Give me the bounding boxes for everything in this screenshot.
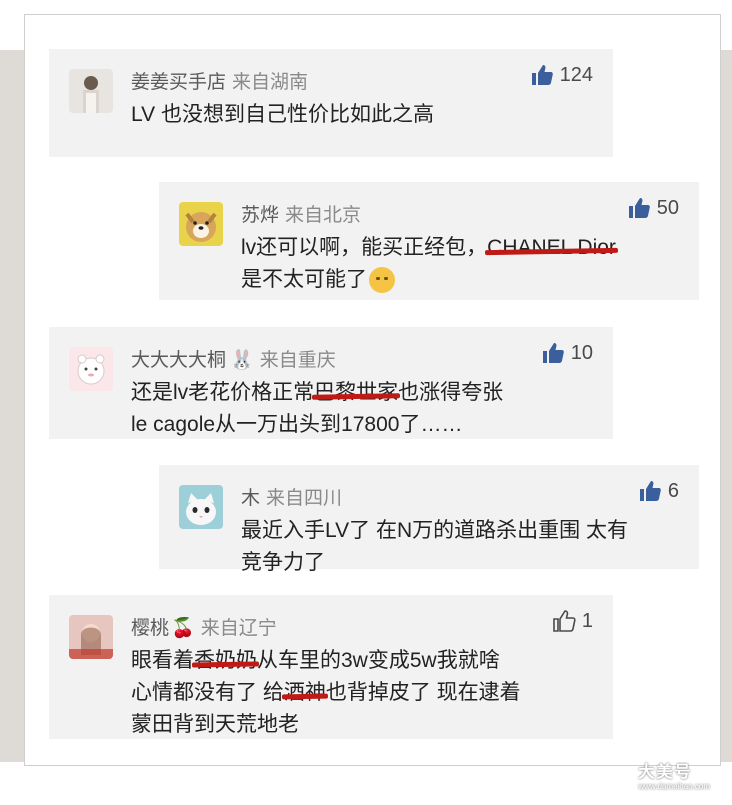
like-button[interactable]: 50 bbox=[627, 196, 679, 220]
thumbs-up-filled-icon bbox=[639, 481, 661, 501]
cherry-emoji-icon: 🍒 bbox=[171, 618, 195, 639]
like-button[interactable]: 124 bbox=[530, 63, 593, 87]
comment-text: 还是lv老花价格正常巴黎世家也涨得夸张 le cagole从一万出头到17800… bbox=[131, 377, 503, 441]
like-count: 1 bbox=[581, 609, 593, 632]
username[interactable]: 姜姜买手店 bbox=[131, 72, 226, 93]
comment-text: 最近入手LV了 在N万的道路杀出重围 太有 竞争力了 bbox=[241, 515, 628, 579]
like-button[interactable]: 6 bbox=[638, 479, 679, 503]
text-segment: 从车里的3w变成5w我就啥 bbox=[257, 649, 500, 672]
comment-line: 心情都没有了 给酒神也背掉皮了 现在逮着 bbox=[131, 677, 521, 709]
site-watermark: 大美号 www.dameihao.com bbox=[638, 758, 710, 791]
comment-line: le cagole从一万出头到17800了…… bbox=[131, 413, 463, 436]
comment-line: 最近入手LV了 在N万的道路杀出重围 太有 bbox=[241, 519, 628, 542]
reply-card: 苏烨 来自北京 50 lv还可以啊，能买正经包，CHANEL Dior 是不太可能… bbox=[159, 182, 699, 300]
comment-line: 竞争力了 bbox=[241, 551, 325, 574]
region-label: 来自重庆 bbox=[259, 350, 336, 371]
watermark-text: 大美号 bbox=[638, 764, 693, 781]
comment-line: 蒙田背到天荒地老 bbox=[131, 713, 299, 736]
text-segment: 眼看着 bbox=[131, 649, 194, 672]
comment-line: 是不太可能了 bbox=[241, 264, 616, 296]
comment-card: 大大大大桐 🐰 来自重庆 10 还是lv老花价格正常巴黎世家也涨得夸张 le cag… bbox=[49, 327, 613, 439]
region-label: 来自北京 bbox=[285, 205, 362, 226]
struck-out-text: 香奶奶 bbox=[194, 645, 257, 677]
girl-photo-avatar[interactable] bbox=[69, 615, 113, 659]
like-count: 6 bbox=[667, 479, 679, 502]
text-segment: 也背掉皮了 现在逮着 bbox=[325, 681, 521, 704]
username[interactable]: 木 bbox=[241, 488, 260, 509]
username[interactable]: 苏烨 bbox=[241, 205, 279, 226]
like-button[interactable]: 1 bbox=[552, 609, 593, 633]
comment-line: 眼看着香奶奶从车里的3w变成5w我就啥 bbox=[131, 645, 521, 677]
region-label: 来自湖南 bbox=[232, 72, 309, 93]
comment-header: 大大大大桐 🐰 来自重庆 bbox=[131, 345, 336, 372]
struck-out-text: 巴黎世家 bbox=[314, 377, 398, 409]
cat-photo-avatar[interactable] bbox=[179, 485, 223, 529]
comment-screenshot-frame: 姜姜买手店 来自湖南 124 LV 也没想到自己性价比如此之高 苏烨 来自北京 50… bbox=[24, 14, 721, 766]
text-segment: lv还可以啊，能买正经包， bbox=[241, 236, 488, 259]
region-label: 来自四川 bbox=[266, 488, 343, 509]
username[interactable]: 樱桃 bbox=[131, 618, 169, 639]
dog-photo-avatar[interactable] bbox=[179, 202, 223, 246]
struck-out-text: 酒神 bbox=[284, 677, 326, 709]
cartoon-bear-avatar[interactable] bbox=[69, 347, 113, 391]
username[interactable]: 大大大大桐 bbox=[131, 350, 226, 371]
like-button[interactable]: 10 bbox=[541, 341, 593, 365]
text-segment: 心情都没有了 给 bbox=[131, 681, 284, 704]
comment-text: LV 也没想到自己性价比如此之高 bbox=[131, 99, 434, 131]
thumbs-up-filled-icon bbox=[542, 343, 564, 363]
comment-line: LV 也没想到自己性价比如此之高 bbox=[131, 103, 434, 126]
like-count: 10 bbox=[570, 341, 593, 364]
comment-line: lv还可以啊，能买正经包，CHANEL Dior bbox=[241, 232, 616, 264]
comment-text: 眼看着香奶奶从车里的3w变成5w我就啥 心情都没有了 给酒神也背掉皮了 现在逮着… bbox=[131, 645, 521, 741]
comment-header: 樱桃 🍒 来自辽宁 bbox=[131, 613, 277, 640]
thumbs-up-filled-icon bbox=[628, 198, 650, 218]
comment-card: 樱桃 🍒 来自辽宁 1 眼看着香奶奶从车里的3w变成5w我就啥 心情都没有了 给酒神… bbox=[49, 595, 613, 739]
sweating-face-emoji-icon bbox=[369, 267, 395, 294]
region-label: 来自辽宁 bbox=[200, 618, 277, 639]
text-segment: 也涨得夸张 bbox=[398, 381, 504, 404]
text-segment: 是不太可能了 bbox=[241, 268, 367, 291]
comment-header: 木来自四川 bbox=[241, 483, 342, 510]
thumbs-up-filled-icon bbox=[531, 65, 553, 85]
like-count: 124 bbox=[559, 63, 593, 86]
watermark-url: www.dameihao.com bbox=[638, 782, 710, 791]
person-photo-avatar[interactable] bbox=[69, 69, 113, 113]
comment-line: 还是lv老花价格正常巴黎世家也涨得夸张 bbox=[131, 377, 503, 409]
comment-card: 姜姜买手店 来自湖南 124 LV 也没想到自己性价比如此之高 bbox=[49, 49, 613, 157]
rabbit-emoji-icon: 🐰 bbox=[230, 350, 254, 371]
struck-out-text: CHANEL Dior bbox=[487, 232, 616, 264]
like-count: 50 bbox=[656, 196, 679, 219]
comment-header: 苏烨 来自北京 bbox=[241, 200, 361, 227]
comment-header: 姜姜买手店 来自湖南 bbox=[131, 67, 308, 94]
reply-card: 木来自四川 6 最近入手LV了 在N万的道路杀出重围 太有 竞争力了 bbox=[159, 465, 699, 574]
comment-text: lv还可以啊，能买正经包，CHANEL Dior 是不太可能了 bbox=[241, 232, 616, 296]
thumbs-up-outline-icon bbox=[553, 610, 576, 632]
text-segment: 还是lv老花价格正常 bbox=[131, 381, 315, 404]
